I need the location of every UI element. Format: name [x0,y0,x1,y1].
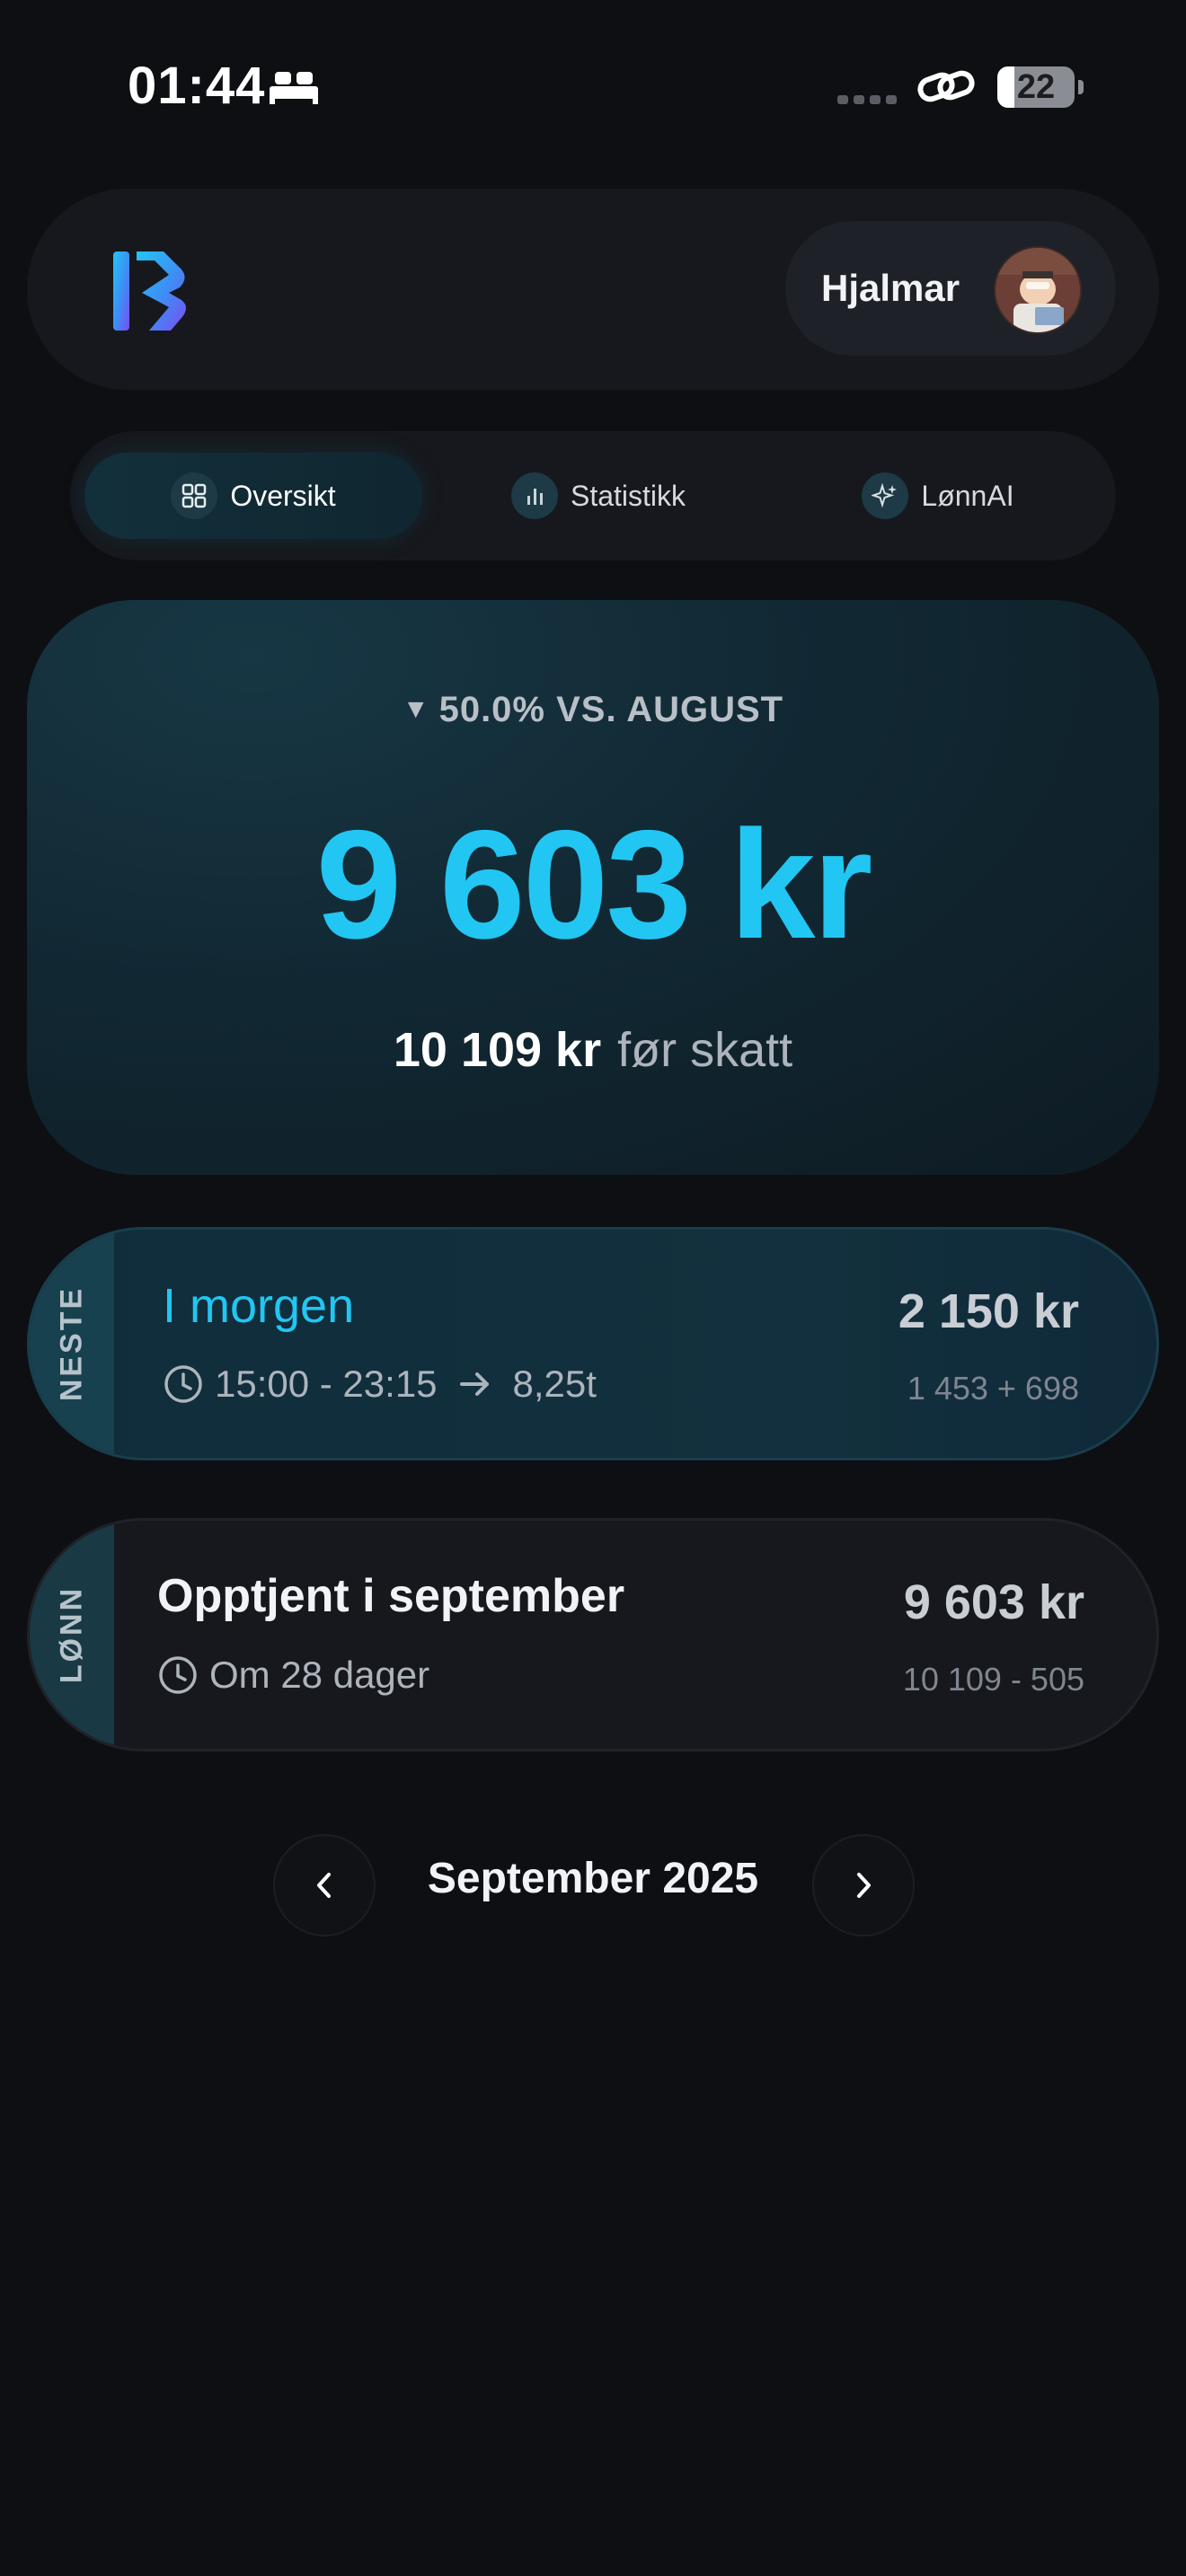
arrow-right-icon [459,1372,489,1396]
status-bar: 01:44 22 [0,0,1186,171]
shift-hours: 8,25t [512,1363,597,1405]
earned-title: Opptjent i september [157,1570,625,1622]
shift-time-range: 15:00 - 23:15 [215,1363,438,1405]
shift-amount: 2 150 kr [898,1284,1079,1338]
status-time: 01:44 [128,57,266,115]
earned-month-card[interactable]: LØNN Opptjent i september Om 28 dager 9 … [27,1518,1159,1751]
next-shift-card[interactable]: NESTE I morgen 15:00 - 23:15 8,25t 2 150… [27,1227,1159,1460]
tab-oversikt[interactable]: Oversikt [84,453,422,539]
gross-amount: 10 109 kr [393,1023,602,1077]
tab-label: Statistikk [570,479,686,512]
tab-label: Oversikt [230,479,336,512]
signal-icon [837,95,897,104]
earned-breakdown: 10 109 - 505 [902,1661,1084,1698]
tab-lonnai[interactable]: LønnAI [774,453,1102,539]
gross-label: før skatt [617,1023,793,1077]
next-month-button[interactable] [812,1834,915,1936]
link-icon [917,70,975,102]
sparkle-icon [862,472,909,519]
clock-icon [164,1365,202,1403]
shift-day: I morgen [163,1279,355,1333]
down-arrow-icon: ▼ [402,694,430,724]
app-header: Hjalmar [27,189,1159,390]
user-avatar[interactable] [994,246,1082,334]
shift-time-row: 15:00 - 23:15 8,25t [163,1363,597,1406]
bar-chart-icon [510,472,558,519]
payday-row: Om 28 dager [157,1654,429,1697]
earnings-summary-card: ▼ 50.0% VS. AUGUST 9 603 kr 10 109 kr før … [27,600,1159,1175]
k-logo-icon[interactable] [110,248,196,334]
side-tab: LØNN [30,1521,114,1749]
side-label: LØNN [54,1585,89,1684]
tab-statistikk[interactable]: Statistikk [429,453,767,539]
clock-icon [159,1656,197,1694]
gross-earnings: 10 109 kr før skatt [27,1022,1159,1078]
change-text: 50.0% VS. AUGUST [438,690,784,729]
current-month: September 2025 [427,1855,759,1902]
user-profile-button[interactable]: Hjalmar [785,221,1116,356]
tab-bar: Oversikt Statistikk LønnAI [70,431,1116,560]
tab-label: LønnAI [921,479,1014,512]
chevron-right-icon [857,1873,871,1898]
battery-level: 22 [1016,68,1056,106]
change-vs-previous: ▼ 50.0% VS. AUGUST [27,690,1159,730]
net-earnings: 9 603 kr [315,798,873,971]
payday-text: Om 28 dager [209,1654,430,1696]
grid-icon [171,472,218,519]
side-label: NESTE [54,1285,89,1402]
bed-icon [270,72,318,104]
user-name: Hjalmar [821,267,960,309]
shift-breakdown: 1 453 + 698 [907,1370,1079,1407]
battery-indicator: 22 [997,66,1084,108]
earned-amount: 9 603 kr [903,1575,1084,1629]
side-tab: NESTE [30,1230,114,1458]
